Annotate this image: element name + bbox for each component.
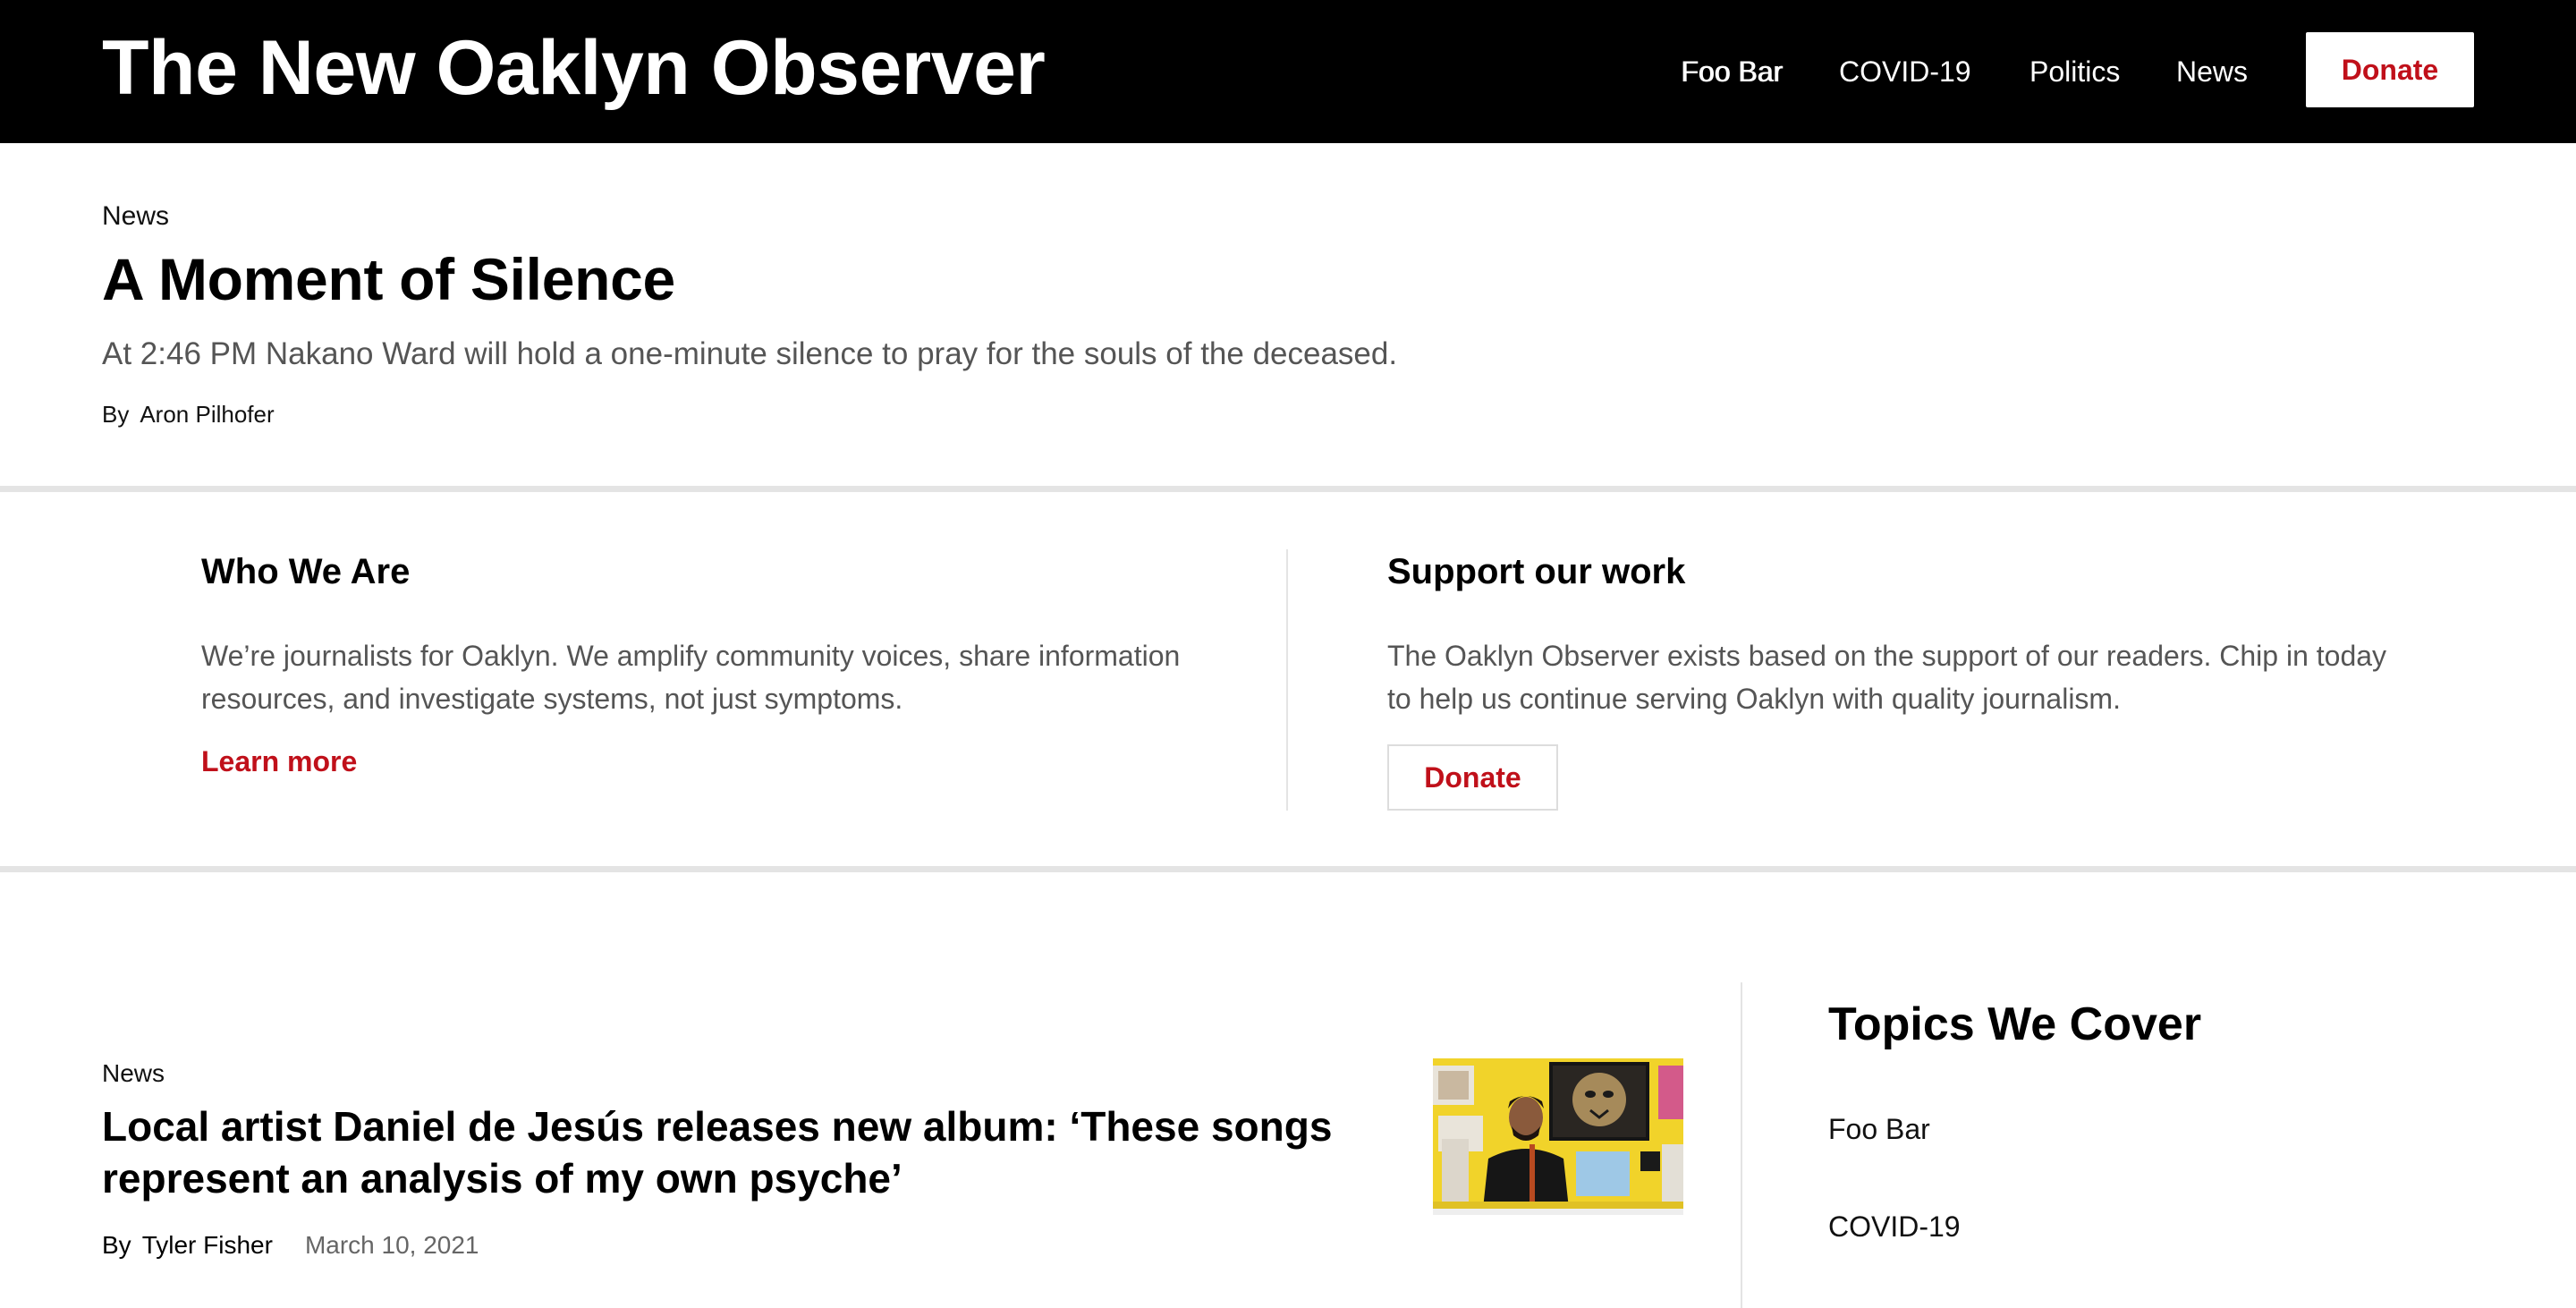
header-donate-button[interactable]: Donate bbox=[2306, 32, 2474, 107]
promo-section: Who We Are We’re journalists for Oaklyn.… bbox=[0, 493, 2576, 866]
learn-more-link[interactable]: Learn more bbox=[201, 742, 357, 781]
thumbnail-artwork bbox=[1433, 1058, 1683, 1209]
feature-dek: At 2:46 PM Nakano Ward will hold a one-m… bbox=[102, 336, 1398, 371]
sidebar-divider bbox=[1741, 982, 1742, 1308]
nav-item-foo-bar[interactable]: Foo Bar bbox=[1681, 52, 1783, 91]
support-text: The Oaklyn Observer exists based on the … bbox=[1387, 640, 2387, 715]
site-header: The New Oaklyn Observer Foo Bar Foo Bar … bbox=[0, 0, 2576, 143]
story-date: March 10, 2021 bbox=[304, 1231, 479, 1259]
feature-author-link[interactable]: Aron Pilhofer bbox=[140, 401, 274, 428]
byline-prefix: By bbox=[102, 401, 130, 428]
promo-column-divider bbox=[1286, 549, 1288, 811]
story-author-link[interactable]: Tyler Fisher bbox=[142, 1231, 273, 1259]
topic-link-foo-bar[interactable]: Foo Bar bbox=[1828, 1109, 1930, 1149]
support-heading: Support our work bbox=[1387, 552, 1686, 591]
story-headline-link[interactable]: Local artist Daniel de Jesús releases ne… bbox=[102, 1100, 1354, 1204]
story-byline: By Tyler Fisher March 10, 2021 bbox=[102, 1229, 479, 1261]
section-divider bbox=[0, 866, 2576, 872]
nav-item-politics[interactable]: Politics bbox=[2029, 52, 2120, 91]
story-thumbnail-image[interactable] bbox=[1433, 1058, 1683, 1209]
who-we-are-heading: Who We Are bbox=[201, 552, 411, 591]
feature-byline: By Aron Pilhofer bbox=[102, 399, 275, 429]
support-donate-button[interactable]: Donate bbox=[1387, 744, 1558, 811]
nav-item-news[interactable]: News bbox=[2176, 52, 2248, 91]
section-divider bbox=[0, 486, 2576, 492]
topics-heading: Topics We Cover bbox=[1828, 998, 2202, 1050]
feature-headline-link[interactable]: A Moment of Silence bbox=[102, 243, 675, 315]
site-title-link[interactable]: The New Oaklyn Observer bbox=[102, 23, 1046, 113]
who-we-are-text: We’re journalists for Oaklyn. We amplify… bbox=[201, 640, 1181, 715]
feature-article: News A Moment of Silence At 2:46 PM Naka… bbox=[0, 143, 2576, 487]
story-category-link[interactable]: News bbox=[102, 1057, 165, 1090]
nav-item-covid-19[interactable]: COVID-19 bbox=[1839, 52, 1971, 91]
topic-link-covid-19[interactable]: COVID-19 bbox=[1828, 1207, 1961, 1246]
byline-prefix: By bbox=[102, 1231, 131, 1259]
feature-category-link[interactable]: News bbox=[102, 199, 169, 234]
